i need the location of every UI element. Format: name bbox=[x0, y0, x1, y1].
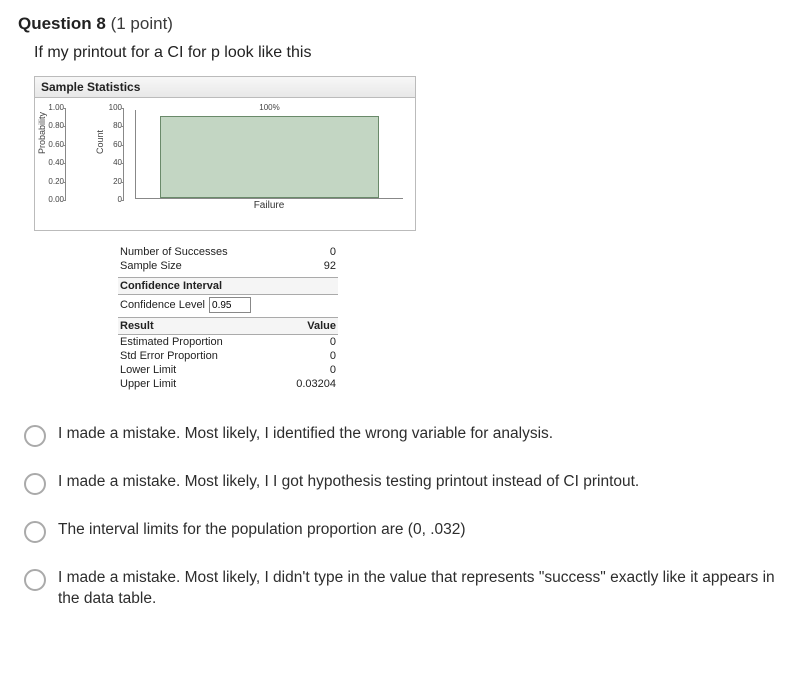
x-category-label: Failure bbox=[135, 200, 403, 211]
table-row: Estimated Proportion 0 bbox=[118, 335, 338, 349]
option-text: I made a mistake. Most likely, I identif… bbox=[58, 423, 788, 444]
table-row: Upper Limit 0.03204 bbox=[118, 377, 338, 391]
count-axis-label: Count bbox=[95, 130, 105, 154]
question-header: Question 8 (1 point) bbox=[18, 14, 794, 34]
count-tick: 80 bbox=[106, 122, 122, 130]
radio-icon[interactable] bbox=[24, 425, 46, 447]
radio-icon[interactable] bbox=[24, 473, 46, 495]
count-tick: 0 bbox=[106, 196, 122, 204]
num-successes-label: Number of Successes bbox=[120, 246, 228, 258]
option-text: I made a mistake. Most likely, I didn't … bbox=[58, 567, 788, 610]
bar-failure: 100% bbox=[160, 116, 379, 198]
result-header: Result bbox=[120, 320, 154, 332]
question-number: Question 8 bbox=[18, 14, 106, 33]
option-text: The interval limits for the population p… bbox=[58, 519, 788, 540]
option-text: I made a mistake. Most likely, I I got h… bbox=[58, 471, 788, 492]
confidence-level-label: Confidence Level bbox=[120, 299, 205, 311]
upper-limit-value: 0.03204 bbox=[296, 378, 336, 390]
num-successes-value: 0 bbox=[330, 246, 336, 258]
chart-area: Probability 1.00 0.80 0.60 0.40 0.20 0.0… bbox=[35, 98, 415, 230]
est-prop-value: 0 bbox=[330, 336, 336, 348]
option-c[interactable]: The interval limits for the population p… bbox=[24, 519, 788, 543]
stats-table: Number of Successes 0 Sample Size 92 Con… bbox=[118, 245, 338, 391]
prob-tick: 0.60 bbox=[42, 141, 64, 149]
table-row: Std Error Proportion 0 bbox=[118, 349, 338, 363]
prob-tick: 1.00 bbox=[42, 104, 64, 112]
count-tick: 100 bbox=[106, 104, 122, 112]
count-tick: 40 bbox=[106, 159, 122, 167]
confidence-level-input[interactable] bbox=[209, 297, 251, 313]
plot-region: 100% bbox=[135, 110, 403, 199]
prob-tick: 0.40 bbox=[42, 159, 64, 167]
count-tick: 20 bbox=[106, 178, 122, 186]
table-row: Number of Successes 0 bbox=[118, 245, 338, 259]
prob-tick: 0.80 bbox=[42, 122, 64, 130]
lower-limit-label: Lower Limit bbox=[120, 364, 176, 376]
option-d[interactable]: I made a mistake. Most likely, I didn't … bbox=[24, 567, 788, 610]
count-tick: 60 bbox=[106, 141, 122, 149]
sample-size-label: Sample Size bbox=[120, 260, 182, 272]
probability-axis: 1.00 0.80 0.60 0.40 0.20 0.00 bbox=[65, 108, 66, 200]
lower-limit-value: 0 bbox=[330, 364, 336, 376]
std-err-value: 0 bbox=[330, 350, 336, 362]
option-b[interactable]: I made a mistake. Most likely, I I got h… bbox=[24, 471, 788, 495]
upper-limit-label: Upper Limit bbox=[120, 378, 176, 390]
sample-statistics-panel: Sample Statistics Probability 1.00 0.80 … bbox=[34, 76, 416, 231]
value-header: Value bbox=[307, 320, 336, 332]
table-row: Lower Limit 0 bbox=[118, 363, 338, 377]
sample-size-value: 92 bbox=[324, 260, 336, 272]
panel-title: Sample Statistics bbox=[35, 77, 415, 98]
option-a[interactable]: I made a mistake. Most likely, I identif… bbox=[24, 423, 788, 447]
prob-tick: 0.00 bbox=[42, 196, 64, 204]
ci-header: Confidence Interval bbox=[118, 277, 338, 295]
confidence-level-row: Confidence Level bbox=[118, 295, 338, 315]
prob-tick: 0.20 bbox=[42, 178, 64, 186]
result-header-row: Result Value bbox=[118, 317, 338, 335]
question-prompt: If my printout for a CI for p look like … bbox=[34, 44, 794, 62]
answer-options: I made a mistake. Most likely, I identif… bbox=[24, 423, 788, 610]
std-err-label: Std Error Proportion bbox=[120, 350, 218, 362]
est-prop-label: Estimated Proportion bbox=[120, 336, 223, 348]
radio-icon[interactable] bbox=[24, 569, 46, 591]
question-points: (1 point) bbox=[111, 14, 173, 33]
bar-annotation: 100% bbox=[161, 103, 378, 112]
count-axis: 100 80 60 40 20 0 bbox=[123, 108, 124, 200]
table-row: Sample Size 92 bbox=[118, 259, 338, 273]
radio-icon[interactable] bbox=[24, 521, 46, 543]
